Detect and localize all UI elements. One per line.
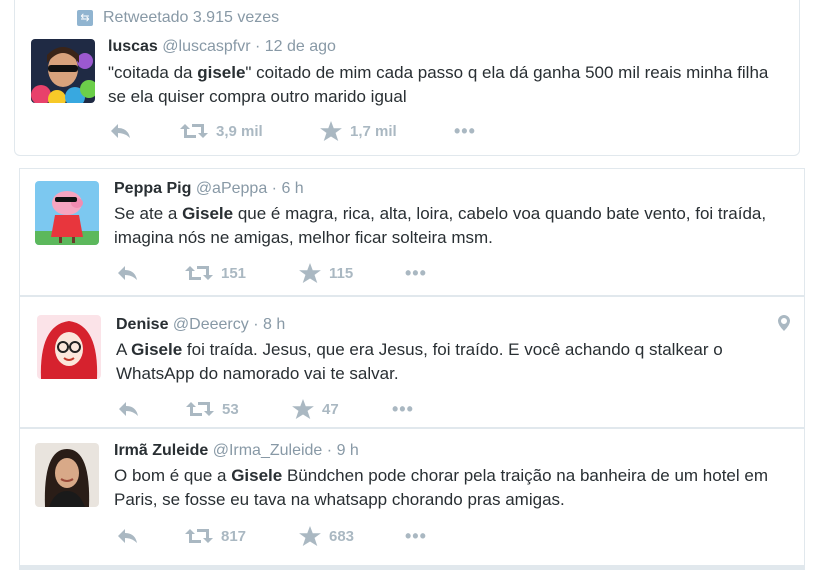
retweet-button[interactable]: 3,9 mil <box>180 122 320 140</box>
user-handle[interactable]: @Irma_Zuleide <box>213 442 323 459</box>
user-name[interactable]: Irmã Zuleide <box>114 442 208 459</box>
user-handle[interactable]: @Deeercy <box>173 316 249 333</box>
retweet-count: 3,9 mil <box>216 122 263 140</box>
favorite-count: 683 <box>329 527 355 545</box>
favorite-button[interactable]: 47 <box>292 399 392 419</box>
retweet-count: 151 <box>221 264 247 282</box>
separator: · <box>326 442 333 459</box>
star-icon <box>299 263 321 283</box>
star-icon <box>292 399 314 419</box>
favorite-count: 1,7 mil <box>350 122 397 140</box>
favorite-count: 115 <box>329 264 354 282</box>
timestamp[interactable]: 9 h <box>337 442 359 459</box>
more-icon[interactable]: ••• <box>405 264 427 282</box>
reply-icon <box>117 265 139 281</box>
user-name[interactable]: Peppa Pig <box>114 180 191 197</box>
retweet-count: 817 <box>221 527 247 545</box>
favorite-button[interactable]: 683 <box>299 526 405 546</box>
retweet-button[interactable]: 817 <box>185 527 299 545</box>
tweet-actions: 53 47 ••• <box>118 399 414 419</box>
reply-button[interactable] <box>117 265 185 281</box>
avatar[interactable] <box>35 181 99 245</box>
more-icon[interactable]: ••• <box>392 400 414 418</box>
favorite-button[interactable]: 1,7 mil <box>320 121 454 141</box>
tweet-card[interactable]: Irmã Zuleide @Irma_Zuleide · 9 h O bom é… <box>19 428 805 566</box>
user-handle[interactable]: @aPeppa <box>196 180 267 197</box>
more-icon[interactable]: ••• <box>405 527 427 545</box>
timeline-divider <box>19 566 805 570</box>
retweet-button[interactable]: 151 <box>185 264 299 282</box>
separator: · <box>271 180 277 197</box>
retweet-icon: ⇆ <box>77 10 93 26</box>
retweet-context: ⇆ Retweetado 3.915 vezes <box>77 9 279 27</box>
avatar[interactable] <box>35 443 99 507</box>
tweet-card[interactable]: Peppa Pig @aPeppa · 6 h Se ate a Gisele … <box>19 168 805 296</box>
separator: · <box>253 316 259 333</box>
tweet-actions: 151 115 ••• <box>117 263 427 283</box>
favorite-count: 47 <box>322 400 339 418</box>
user-name[interactable]: Denise <box>116 316 168 333</box>
retweet-context-label: Retweetado 3.915 vezes <box>103 9 280 26</box>
timestamp[interactable]: 6 h <box>281 180 303 197</box>
location-pin-icon[interactable] <box>778 315 790 336</box>
tweet-card[interactable]: ⇆ Retweetado 3.915 vezes luscas @luscasp… <box>14 0 800 156</box>
retweet-icon <box>185 527 213 545</box>
reply-button[interactable] <box>117 528 185 544</box>
tweet-text: "coitada da gisele" coitado de mim cada … <box>108 63 769 106</box>
reply-icon <box>118 401 140 417</box>
star-icon <box>299 526 321 546</box>
retweet-count: 53 <box>222 400 239 418</box>
timestamp[interactable]: 12 de ago <box>265 38 336 55</box>
separator: · <box>254 38 261 55</box>
star-icon <box>320 121 342 141</box>
user-name[interactable]: luscas <box>108 38 158 55</box>
tweet-text: A Gisele foi traída. Jesus, que era Jesu… <box>116 340 723 383</box>
timestamp[interactable]: 8 h <box>263 316 285 333</box>
more-icon[interactable]: ••• <box>454 122 476 140</box>
reply-button[interactable] <box>118 401 186 417</box>
reply-icon <box>117 528 139 544</box>
retweet-icon <box>185 264 213 282</box>
user-handle[interactable]: @luscaspfvr <box>162 38 250 55</box>
retweet-icon <box>180 122 208 140</box>
tweet-text: O bom é que a Gisele Bündchen pode chora… <box>114 466 769 509</box>
tweet-actions: 3,9 mil 1,7 mil ••• <box>110 121 476 141</box>
avatar[interactable] <box>31 39 95 103</box>
retweet-button[interactable]: 53 <box>186 400 292 418</box>
reply-button[interactable] <box>110 123 180 139</box>
avatar[interactable] <box>37 315 101 379</box>
tweet-actions: 817 683 ••• <box>117 526 427 546</box>
tweet-card[interactable]: Denise @Deeercy · 8 h A Gisele foi traíd… <box>19 296 805 428</box>
reply-icon <box>110 123 132 139</box>
tweet-text: Se ate a Gisele que é magra, rica, alta,… <box>114 204 767 247</box>
retweet-icon <box>186 400 214 418</box>
favorite-button[interactable]: 115 <box>299 263 405 283</box>
